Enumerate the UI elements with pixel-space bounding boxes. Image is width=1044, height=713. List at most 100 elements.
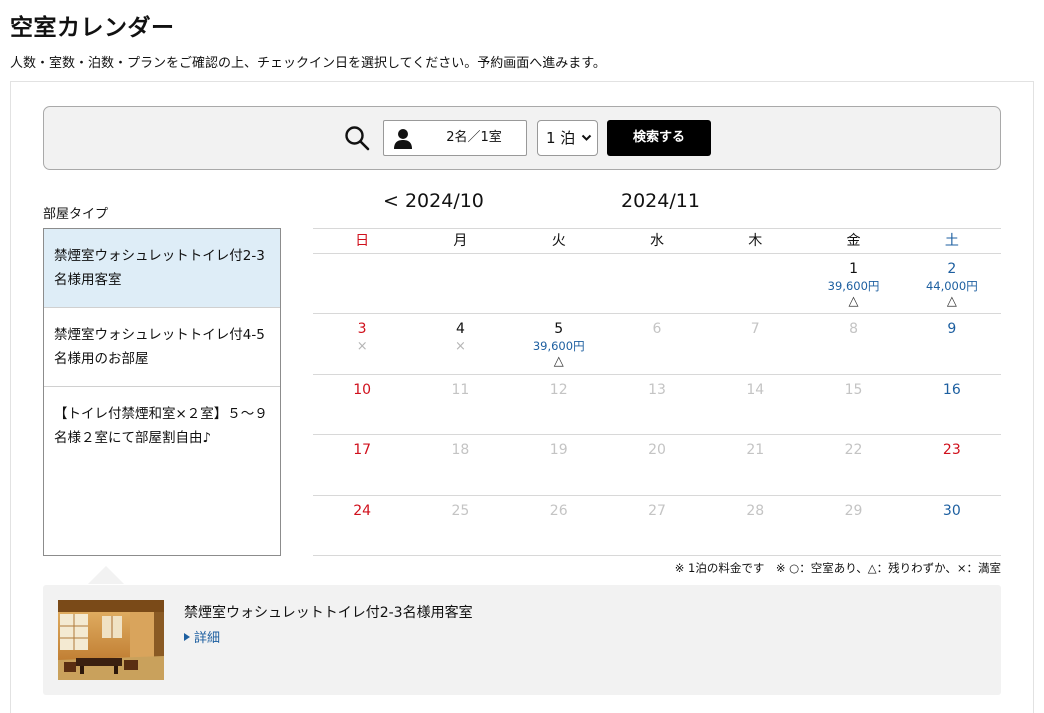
weekday-header: 日 月 火 水 木 金 土	[313, 228, 1001, 254]
room-type-item[interactable]: 禁煙室ウォシュレットトイレ付4-5名様用のお部屋	[44, 308, 280, 387]
weekday-label: 水	[649, 233, 664, 249]
calendar-day-cell: 30	[903, 496, 1001, 555]
calendar-day-cell: 10	[313, 375, 411, 434]
full-mark: ×	[356, 339, 368, 355]
calendar-week-row: 3 × 4 × 5 39,600円 △ 6 7 8 9	[313, 314, 1001, 375]
day-number: 24	[353, 502, 372, 519]
day-number: 19	[549, 442, 568, 459]
day-number: 18	[451, 442, 470, 459]
calendar-day-cell: 26	[510, 496, 608, 555]
day-number: 8	[849, 321, 858, 338]
prev-month-link[interactable]: < 2024/10	[383, 190, 484, 212]
day-number: 14	[746, 381, 765, 398]
calendar-day-cell: 7	[706, 314, 804, 373]
current-month: 2024/11	[621, 190, 700, 212]
day-price: 39,600円	[532, 339, 585, 354]
day-number: 11	[451, 381, 470, 398]
room-type-item[interactable]: 【トイレ付禁煙和室×２室】５～９名様２室にて部屋割自由♪	[44, 387, 280, 466]
day-number: 13	[648, 381, 666, 398]
calendar-day-cell: 21	[706, 435, 804, 494]
calendar-day-cell: 17	[313, 435, 411, 494]
calendar-day-cell: 11	[411, 375, 509, 434]
triangle-right-icon	[184, 633, 190, 641]
calendar-day-cell: 19	[510, 435, 608, 494]
detail-room-name: 禁煙室ウォシュレットトイレ付2-3名様用客室	[184, 605, 473, 621]
day-number: 1	[849, 261, 858, 277]
calendar-day-cell: 4 ×	[411, 314, 509, 373]
weekday-label: 木	[748, 233, 763, 249]
day-number: 3	[357, 321, 367, 338]
room-type-list: 禁煙室ウォシュレットトイレ付2-3名様用客室 禁煙室ウォシュレットトイレ付4-5…	[43, 228, 281, 556]
weekday-label: 金	[846, 233, 861, 249]
calendar-day-cell: 25	[411, 496, 509, 555]
calendar-day-cell: 8	[804, 314, 902, 373]
day-number: 29	[844, 502, 863, 519]
calendar-body: 1 39,600円 △ 2 44,000円 △ 3 × 4 × 5 39,600円 △ 6 7 8 9 10 11 1…	[313, 254, 1001, 556]
calendar-empty-cell	[313, 254, 411, 313]
calendar-week-row: 24 25 26 27 28 29 30	[313, 496, 1001, 556]
search-button[interactable]: 検索する	[607, 120, 711, 156]
day-price: 44,000円	[925, 279, 978, 293]
day-price: 39,600円	[827, 279, 880, 293]
calendar-day-cell[interactable]: 1 39,600円 △	[804, 254, 902, 313]
day-number: 15	[844, 381, 863, 398]
room-detail-panel: 禁煙室ウォシュレットトイレ付2-3名様用客室 詳細	[43, 585, 1001, 695]
day-number: 17	[353, 442, 372, 459]
weekday-label: 日	[355, 233, 370, 249]
day-number: 4	[455, 321, 465, 338]
selected-room-pointer	[88, 566, 124, 584]
day-number: 20	[648, 442, 666, 459]
day-number: 10	[353, 381, 372, 398]
calendar-day-cell: 3 ×	[313, 314, 411, 373]
day-number: 28	[746, 502, 765, 519]
calendar-day-cell: 6	[608, 314, 706, 373]
calendar-day-cell: 16	[903, 375, 1001, 434]
room-detail-link-label: 詳細	[194, 631, 221, 646]
day-number: 25	[451, 502, 470, 519]
calendar-week-row: 17 18 19 20 21 22 23	[313, 435, 1001, 496]
calendar-day-cell: 20	[608, 435, 706, 494]
availability-legend: ※ 1泊の料金です ※ ○：空室あり、△：残りわずか、×：満室	[674, 561, 1001, 575]
person-icon	[394, 129, 412, 149]
calendar-empty-cell	[510, 254, 608, 313]
calendar-day-cell: 28	[706, 496, 804, 555]
room-type-label: 部屋タイプ	[43, 207, 109, 222]
search-bar: 2名／1室 1 泊 検索する	[43, 106, 1001, 170]
few-left-mark: △	[553, 354, 564, 370]
calendar-day-cell: 9	[903, 314, 1001, 373]
calendar-empty-cell	[411, 254, 509, 313]
day-number: 27	[648, 502, 666, 519]
calendar-day-cell: 23	[903, 435, 1001, 494]
calendar-day-cell: 27	[608, 496, 706, 555]
room-type-item[interactable]: 禁煙室ウォシュレットトイレ付2-3名様用客室	[44, 229, 280, 308]
room-detail-link[interactable]: 詳細	[184, 627, 220, 646]
calendar-day-cell[interactable]: 5 39,600円 △	[510, 314, 608, 373]
room-type-name: 禁煙室ウォシュレットトイレ付4-5名様用のお部屋	[54, 327, 265, 367]
day-number: 7	[750, 321, 760, 338]
room-type-name: 禁煙室ウォシュレットトイレ付2-3名様用客室	[54, 248, 265, 288]
nights-select[interactable]: 1 泊	[537, 120, 598, 156]
weekday-label: 月	[453, 233, 468, 249]
calendar-day-cell: 14	[706, 375, 804, 434]
page-title: 空室カレンダー	[10, 15, 175, 41]
day-number: 23	[942, 442, 961, 459]
chevron-down-icon	[581, 134, 592, 141]
calendar-empty-cell	[706, 254, 804, 313]
search-icon[interactable]	[344, 125, 370, 151]
day-number: 9	[947, 321, 957, 338]
calendar-empty-cell	[608, 254, 706, 313]
calendar-day-cell[interactable]: 2 44,000円 △	[903, 254, 1001, 313]
day-number: 6	[652, 321, 662, 338]
day-number: 2	[947, 261, 957, 277]
page-subtitle: 人数・室数・泊数・プランをご確認の上、チェックイン日を選択してください。予約画面…	[10, 56, 606, 71]
day-number: 30	[942, 502, 961, 519]
guests-rooms-field[interactable]: 2名／1室	[383, 120, 527, 156]
room-photo[interactable]	[58, 600, 164, 680]
day-number: 16	[942, 381, 961, 398]
calendar-grid: 日 月 火 水 木 金 土 1 39,600円 △ 2 44,000円 △ 3 × 4 × 5 39,…	[313, 228, 1001, 556]
few-left-mark: △	[946, 294, 957, 309]
day-number: 12	[549, 381, 568, 398]
calendar-week-row: 1 39,600円 △ 2 44,000円 △	[313, 254, 1001, 315]
calendar-day-cell: 15	[804, 375, 902, 434]
room-type-name: 【トイレ付禁煙和室×２室】５～９名様２室にて部屋割自由♪	[54, 406, 268, 446]
